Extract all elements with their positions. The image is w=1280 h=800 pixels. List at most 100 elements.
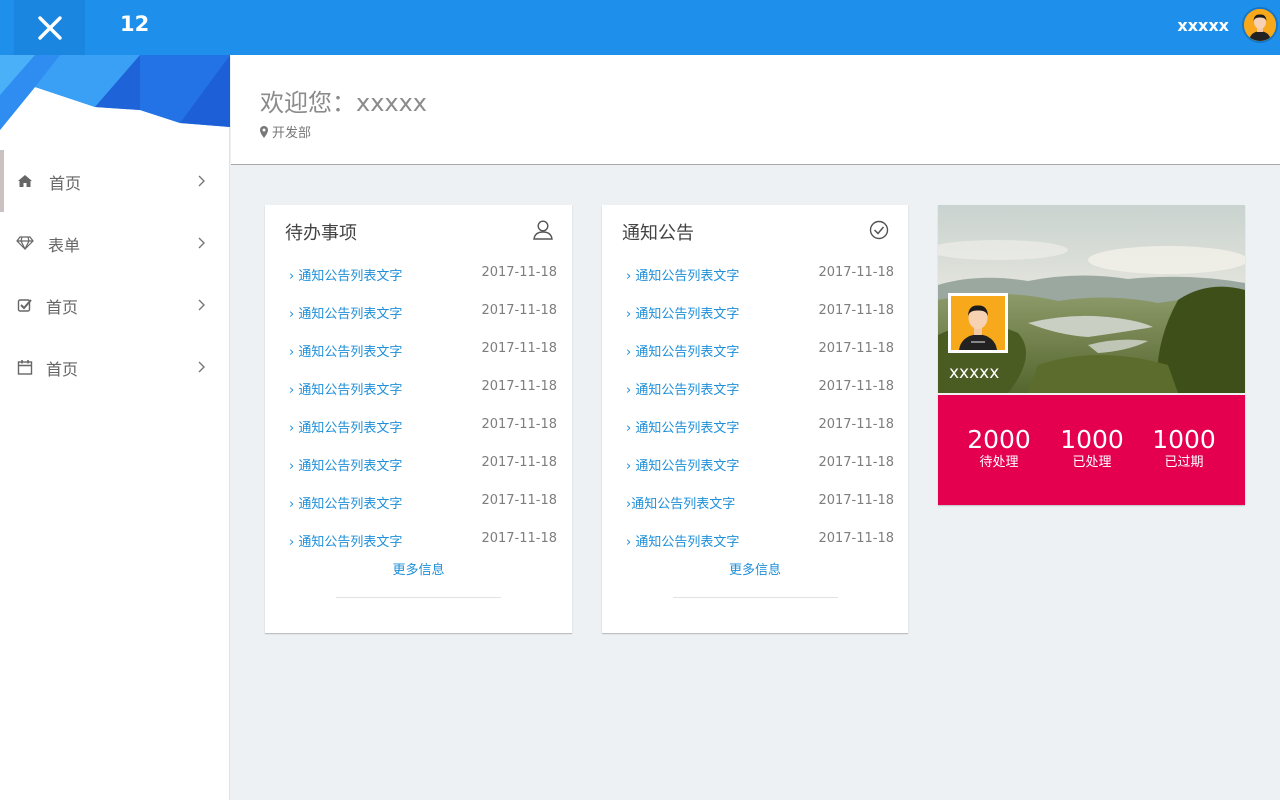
list-item-link[interactable]: › 通知公告列表文字 bbox=[626, 417, 739, 436]
department-text: 开发部 bbox=[272, 126, 312, 141]
notice-list: › 通知公告列表文字 2017-11-18 › 通知公告列表文字 2017-11-1… bbox=[626, 263, 894, 567]
list-item-link[interactable]: › 通知公告列表文字 bbox=[626, 455, 739, 474]
list-item-date: 2017-11-18 bbox=[818, 265, 894, 280]
chevron-right-icon bbox=[198, 175, 205, 187]
list-item-date: 2017-11-18 bbox=[481, 303, 557, 318]
list-item-link[interactable]: › 通知公告列表文字 bbox=[289, 417, 402, 436]
list-item: › 通知公告列表文字 2017-11-18 bbox=[289, 339, 557, 377]
list-item-date: 2017-11-18 bbox=[481, 341, 557, 356]
list-item-link[interactable]: › 通知公告列表文字 bbox=[289, 303, 402, 322]
sidebar: 首页 表单 首页 首页 bbox=[0, 55, 230, 800]
page-title: 欢迎您：xxxxx bbox=[260, 89, 428, 117]
divider bbox=[336, 597, 501, 598]
list-item-date: 2017-11-18 bbox=[818, 493, 894, 508]
stat-value: 1000 bbox=[1152, 425, 1216, 454]
card-title: 通知公告 bbox=[622, 223, 694, 244]
sidebar-item-check[interactable]: 首页 bbox=[0, 274, 229, 336]
list-item: › 通知公告列表文字 2017-11-18 bbox=[626, 415, 894, 453]
profile-card: xxxxx 2000 待处理 1000 已处理 1000 已过期 bbox=[938, 205, 1245, 505]
sidebar-item-form[interactable]: 表单 bbox=[0, 212, 229, 274]
chevron-right-icon bbox=[198, 237, 205, 249]
sidebar-item-calendar[interactable]: 首页 bbox=[0, 336, 229, 398]
avatar[interactable] bbox=[1242, 7, 1278, 43]
list-item-link[interactable]: › 通知公告列表文字 bbox=[289, 531, 402, 550]
department-label: 开发部 bbox=[260, 122, 311, 141]
stat-label: 待处理 bbox=[979, 455, 1019, 470]
stats-panel: 2000 待处理 1000 已处理 1000 已过期 bbox=[938, 393, 1245, 505]
list-item: › 通知公告列表文字 2017-11-18 bbox=[626, 377, 894, 415]
stat-value: 1000 bbox=[1060, 425, 1124, 454]
stat-label: 已过期 bbox=[1164, 455, 1204, 470]
diamond-icon bbox=[16, 234, 34, 252]
list-item-link[interactable]: › 通知公告列表文字 bbox=[289, 455, 402, 474]
check-circle-icon[interactable] bbox=[868, 219, 890, 241]
user-icon[interactable] bbox=[532, 219, 554, 241]
list-item-date: 2017-11-18 bbox=[818, 379, 894, 394]
list-item-date: 2017-11-18 bbox=[818, 417, 894, 432]
list-item-link[interactable]: › 通知公告列表文字 bbox=[289, 341, 402, 360]
sidebar-banner bbox=[0, 55, 230, 130]
list-item-date: 2017-11-18 bbox=[481, 531, 557, 546]
list-item: › 通知公告列表文字 2017-11-18 bbox=[289, 263, 557, 301]
list-item-link[interactable]: › 通知公告列表文字 bbox=[289, 493, 402, 512]
chevron-right-icon bbox=[198, 361, 205, 373]
sidebar-item-label: 首页 bbox=[46, 298, 79, 317]
stat-processed[interactable]: 1000 已处理 bbox=[1046, 425, 1138, 471]
profile-name: xxxxx bbox=[949, 363, 1000, 383]
stat-pending[interactable]: 2000 待处理 bbox=[953, 425, 1045, 471]
profile-avatar[interactable] bbox=[948, 293, 1008, 353]
stat-expired[interactable]: 1000 已过期 bbox=[1138, 425, 1230, 471]
list-item-link[interactable]: › 通知公告列表文字 bbox=[626, 379, 739, 398]
sidebar-item-label: 首页 bbox=[49, 174, 82, 193]
todo-card: 待办事项 › 通知公告列表文字 2017-11-18 › 通知公告列表文字 2017… bbox=[265, 205, 572, 633]
check-square-icon bbox=[16, 296, 34, 314]
list-item-date: 2017-11-18 bbox=[818, 303, 894, 318]
sidebar-item-label: 首页 bbox=[46, 360, 79, 379]
stat-value: 2000 bbox=[967, 425, 1031, 454]
notice-card: 通知公告 › 通知公告列表文字 2017-11-18 › 通知公告列表文字 2017… bbox=[602, 205, 908, 633]
card-title: 待办事项 bbox=[285, 223, 357, 244]
list-item-link[interactable]: › 通知公告列表文字 bbox=[626, 265, 739, 284]
list-item: ›通知公告列表文字 2017-11-18 bbox=[626, 491, 894, 529]
list-item: › 通知公告列表文字 2017-11-18 bbox=[626, 339, 894, 377]
app-brand: 12 bbox=[120, 12, 150, 36]
close-button[interactable] bbox=[14, 0, 85, 55]
todo-list: › 通知公告列表文字 2017-11-18 › 通知公告列表文字 2017-11-1… bbox=[289, 263, 557, 567]
list-item-link[interactable]: › 通知公告列表文字 bbox=[626, 341, 739, 360]
home-icon bbox=[16, 172, 34, 190]
more-info-link[interactable]: 更多信息 bbox=[602, 559, 908, 578]
user-name[interactable]: xxxxx bbox=[1177, 16, 1229, 35]
list-item-date: 2017-11-18 bbox=[818, 531, 894, 546]
stat-label: 已处理 bbox=[1072, 455, 1112, 470]
chevron-right-icon bbox=[198, 299, 205, 311]
sidebar-menu: 首页 表单 首页 首页 bbox=[0, 150, 229, 398]
list-item: › 通知公告列表文字 2017-11-18 bbox=[626, 453, 894, 491]
list-item-link[interactable]: › 通知公告列表文字 bbox=[289, 379, 402, 398]
list-item-date: 2017-11-18 bbox=[481, 493, 557, 508]
list-item-date: 2017-11-18 bbox=[818, 455, 894, 470]
list-item-link[interactable]: › 通知公告列表文字 bbox=[289, 265, 402, 284]
list-item-date: 2017-11-18 bbox=[481, 379, 557, 394]
list-item-date: 2017-11-18 bbox=[481, 455, 557, 470]
list-item: › 通知公告列表文字 2017-11-18 bbox=[289, 301, 557, 339]
divider bbox=[673, 597, 838, 598]
list-item: › 通知公告列表文字 2017-11-18 bbox=[626, 301, 894, 339]
list-item-link[interactable]: › 通知公告列表文字 bbox=[626, 531, 739, 550]
calendar-icon bbox=[16, 358, 34, 376]
avatar-icon bbox=[951, 296, 1005, 350]
list-item-link[interactable]: ›通知公告列表文字 bbox=[626, 493, 735, 512]
list-item-link[interactable]: › 通知公告列表文字 bbox=[626, 303, 739, 322]
list-item: › 通知公告列表文字 2017-11-18 bbox=[289, 491, 557, 529]
close-icon bbox=[37, 15, 62, 40]
sidebar-item-home[interactable]: 首页 bbox=[0, 150, 229, 212]
list-item: › 通知公告列表文字 2017-11-18 bbox=[289, 415, 557, 453]
list-item-date: 2017-11-18 bbox=[818, 341, 894, 356]
list-item-date: 2017-11-18 bbox=[481, 417, 557, 432]
avatar-icon bbox=[1244, 9, 1276, 41]
more-info-link[interactable]: 更多信息 bbox=[265, 559, 572, 578]
top-bar: 12 xxxxx bbox=[0, 0, 1280, 55]
sidebar-item-label: 表单 bbox=[48, 236, 81, 255]
page-header: 欢迎您：xxxxx 开发部 bbox=[231, 55, 1280, 165]
list-item: › 通知公告列表文字 2017-11-18 bbox=[289, 377, 557, 415]
list-item: › 通知公告列表文字 2017-11-18 bbox=[626, 263, 894, 301]
